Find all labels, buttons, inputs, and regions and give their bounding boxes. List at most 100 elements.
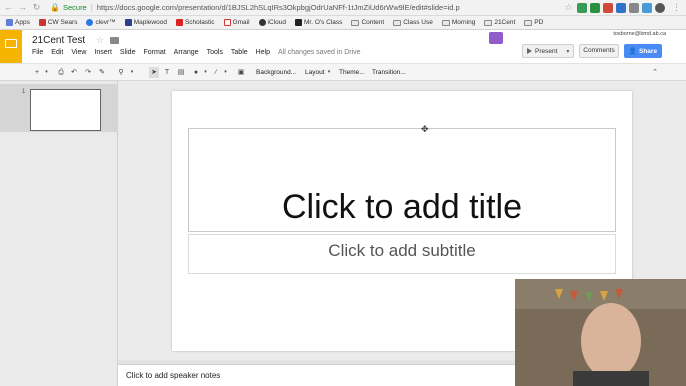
menu-edit[interactable]: Edit	[51, 49, 63, 56]
menu-format[interactable]: Format	[143, 49, 165, 56]
title-placeholder[interactable]: Click to add title	[189, 188, 615, 227]
share-button[interactable]: 👤 Share	[624, 44, 662, 58]
webcam-video-image	[515, 279, 686, 386]
user-email[interactable]: tosborne@bmd.ab.ca	[613, 31, 666, 37]
present-button[interactable]: Present ▾	[522, 44, 574, 58]
url-text[interactable]: https://docs.google.com/presentation/d/1…	[97, 3, 460, 12]
subtitle-placeholder-box[interactable]: Click to add subtitle	[188, 234, 616, 274]
bookmark-star-icon[interactable]: ☆	[563, 2, 574, 13]
select-arrow-icon[interactable]: ➤	[149, 67, 159, 78]
shape-icon[interactable]: ●	[190, 67, 202, 78]
reload-icon[interactable]: ↻	[31, 2, 42, 13]
save-status[interactable]: All changes saved in Drive	[278, 49, 361, 56]
text-box-icon[interactable]: T	[162, 67, 172, 78]
layout-button[interactable]: Layout	[305, 67, 325, 78]
bookmarks-bar: Apps CW Sears clevr™ Maplewood Scholasti…	[0, 16, 686, 30]
bookmark-scholastic[interactable]: Scholastic	[175, 19, 215, 26]
bookmark-clevr[interactable]: clevr™	[86, 19, 116, 26]
menu-slide[interactable]: Slide	[120, 49, 136, 56]
apple-icon	[258, 19, 266, 26]
slide-thumbnail[interactable]	[30, 89, 101, 131]
back-icon[interactable]: ←	[3, 2, 14, 13]
folder-icon	[484, 19, 493, 26]
lock-share-icon: 👤	[628, 48, 637, 55]
webcam-wall	[515, 279, 686, 309]
bookmark-maplewood[interactable]: Maplewood	[124, 19, 167, 26]
redo-icon[interactable]: ↷	[83, 67, 93, 78]
chevron-down-icon[interactable]: ▾	[566, 48, 569, 55]
bookmark-cw-sears[interactable]: CW Sears	[38, 19, 77, 26]
shape-dropdown-icon[interactable]: ▾	[202, 67, 209, 78]
menu-insert[interactable]: Insert	[94, 49, 112, 56]
bookmark-morning[interactable]: Morning	[441, 19, 475, 26]
bookmark-pd[interactable]: PD	[524, 19, 543, 26]
menu-view[interactable]: View	[71, 49, 86, 56]
extension-overlay-icon[interactable]	[489, 32, 503, 44]
person-face	[581, 303, 641, 379]
menu-arrange[interactable]: Arrange	[174, 49, 199, 56]
bookmark-apps[interactable]: Apps	[6, 19, 30, 26]
zoom-icon[interactable]: ⚲	[116, 67, 126, 78]
paint-format-icon[interactable]: ✎	[97, 67, 107, 78]
new-slide-icon[interactable]: +	[32, 67, 42, 78]
gmail-icon	[223, 19, 231, 26]
bookmark-icloud[interactable]: iCloud	[258, 19, 286, 26]
person-shirt	[573, 371, 649, 386]
apps-grid-icon	[6, 19, 13, 26]
image-icon[interactable]: ▤	[176, 67, 186, 78]
class-icon	[294, 19, 302, 26]
menu-help[interactable]: Help	[256, 49, 270, 56]
share-label: Share	[639, 47, 658, 55]
extension-icon[interactable]	[616, 2, 626, 13]
present-label: Present	[535, 47, 558, 55]
bookmark-mr-o-class[interactable]: Mr. O's Class	[294, 19, 342, 26]
secure-label: Secure	[62, 3, 87, 12]
menu-file[interactable]: File	[32, 49, 43, 56]
background-button[interactable]: Background...	[256, 67, 296, 78]
folder-icon	[524, 19, 533, 26]
comments-button[interactable]: Comments	[579, 44, 619, 58]
extension-icon[interactable]	[642, 2, 652, 13]
cw-sears-icon	[38, 19, 46, 26]
new-slide-dropdown-icon[interactable]: ▾	[43, 67, 50, 78]
move-cursor-icon: ✥	[421, 124, 429, 134]
line-dropdown-icon[interactable]: ▾	[222, 67, 229, 78]
play-icon	[527, 48, 532, 54]
slide-number: 1	[22, 89, 26, 95]
zoom-dropdown-icon[interactable]: ▾	[128, 67, 136, 78]
print-icon[interactable]: ⎙	[56, 67, 66, 78]
subtitle-placeholder[interactable]: Click to add subtitle	[189, 241, 615, 261]
title-placeholder-box[interactable]: Click to add title	[188, 128, 616, 232]
layout-dropdown-icon[interactable]: ▾	[326, 67, 332, 78]
extension-icon[interactable]	[629, 2, 639, 13]
speaker-notes-placeholder[interactable]: Click to add speaker notes	[126, 371, 220, 380]
line-icon[interactable]: ∕	[211, 67, 221, 78]
theme-button[interactable]: Theme...	[339, 67, 365, 78]
collapse-icon[interactable]: ⌃	[650, 67, 660, 78]
slides-logo-icon[interactable]	[0, 30, 22, 63]
transition-button[interactable]: Transition...	[372, 67, 406, 78]
forward-icon[interactable]: →	[17, 2, 28, 13]
browser-address-bar: ← → ↻ 🔒 Secure | https://docs.google.com…	[0, 0, 686, 16]
bookmark-content[interactable]: Content	[351, 19, 384, 26]
extension-icon[interactable]	[603, 2, 613, 13]
comment-icon[interactable]: ▣	[236, 67, 246, 78]
extension-icon[interactable]	[590, 2, 600, 13]
star-icon[interactable]: ☆	[96, 35, 104, 46]
move-to-folder-icon[interactable]	[110, 37, 119, 44]
bookmark-21cent[interactable]: 21Cent	[484, 19, 515, 26]
bookmark-gmail[interactable]: Gmail	[223, 19, 250, 26]
lock-icon: 🔒	[50, 3, 60, 12]
maplewood-icon	[124, 19, 132, 26]
extension-icon[interactable]	[577, 2, 587, 13]
menu-table[interactable]: Table	[231, 49, 248, 56]
browser-menu-icon[interactable]: ⋮	[671, 2, 682, 13]
document-title[interactable]: 21Cent Test	[32, 35, 85, 46]
url-separator: |	[90, 3, 93, 12]
menu-tools[interactable]: Tools	[207, 49, 223, 56]
undo-icon[interactable]: ↶	[69, 67, 79, 78]
slides-logo-frame	[5, 39, 17, 48]
extension-icon[interactable]	[655, 2, 665, 13]
filmstrip-item-selected[interactable]: 1	[0, 84, 118, 132]
bookmark-class-use[interactable]: Class Use	[393, 19, 433, 26]
